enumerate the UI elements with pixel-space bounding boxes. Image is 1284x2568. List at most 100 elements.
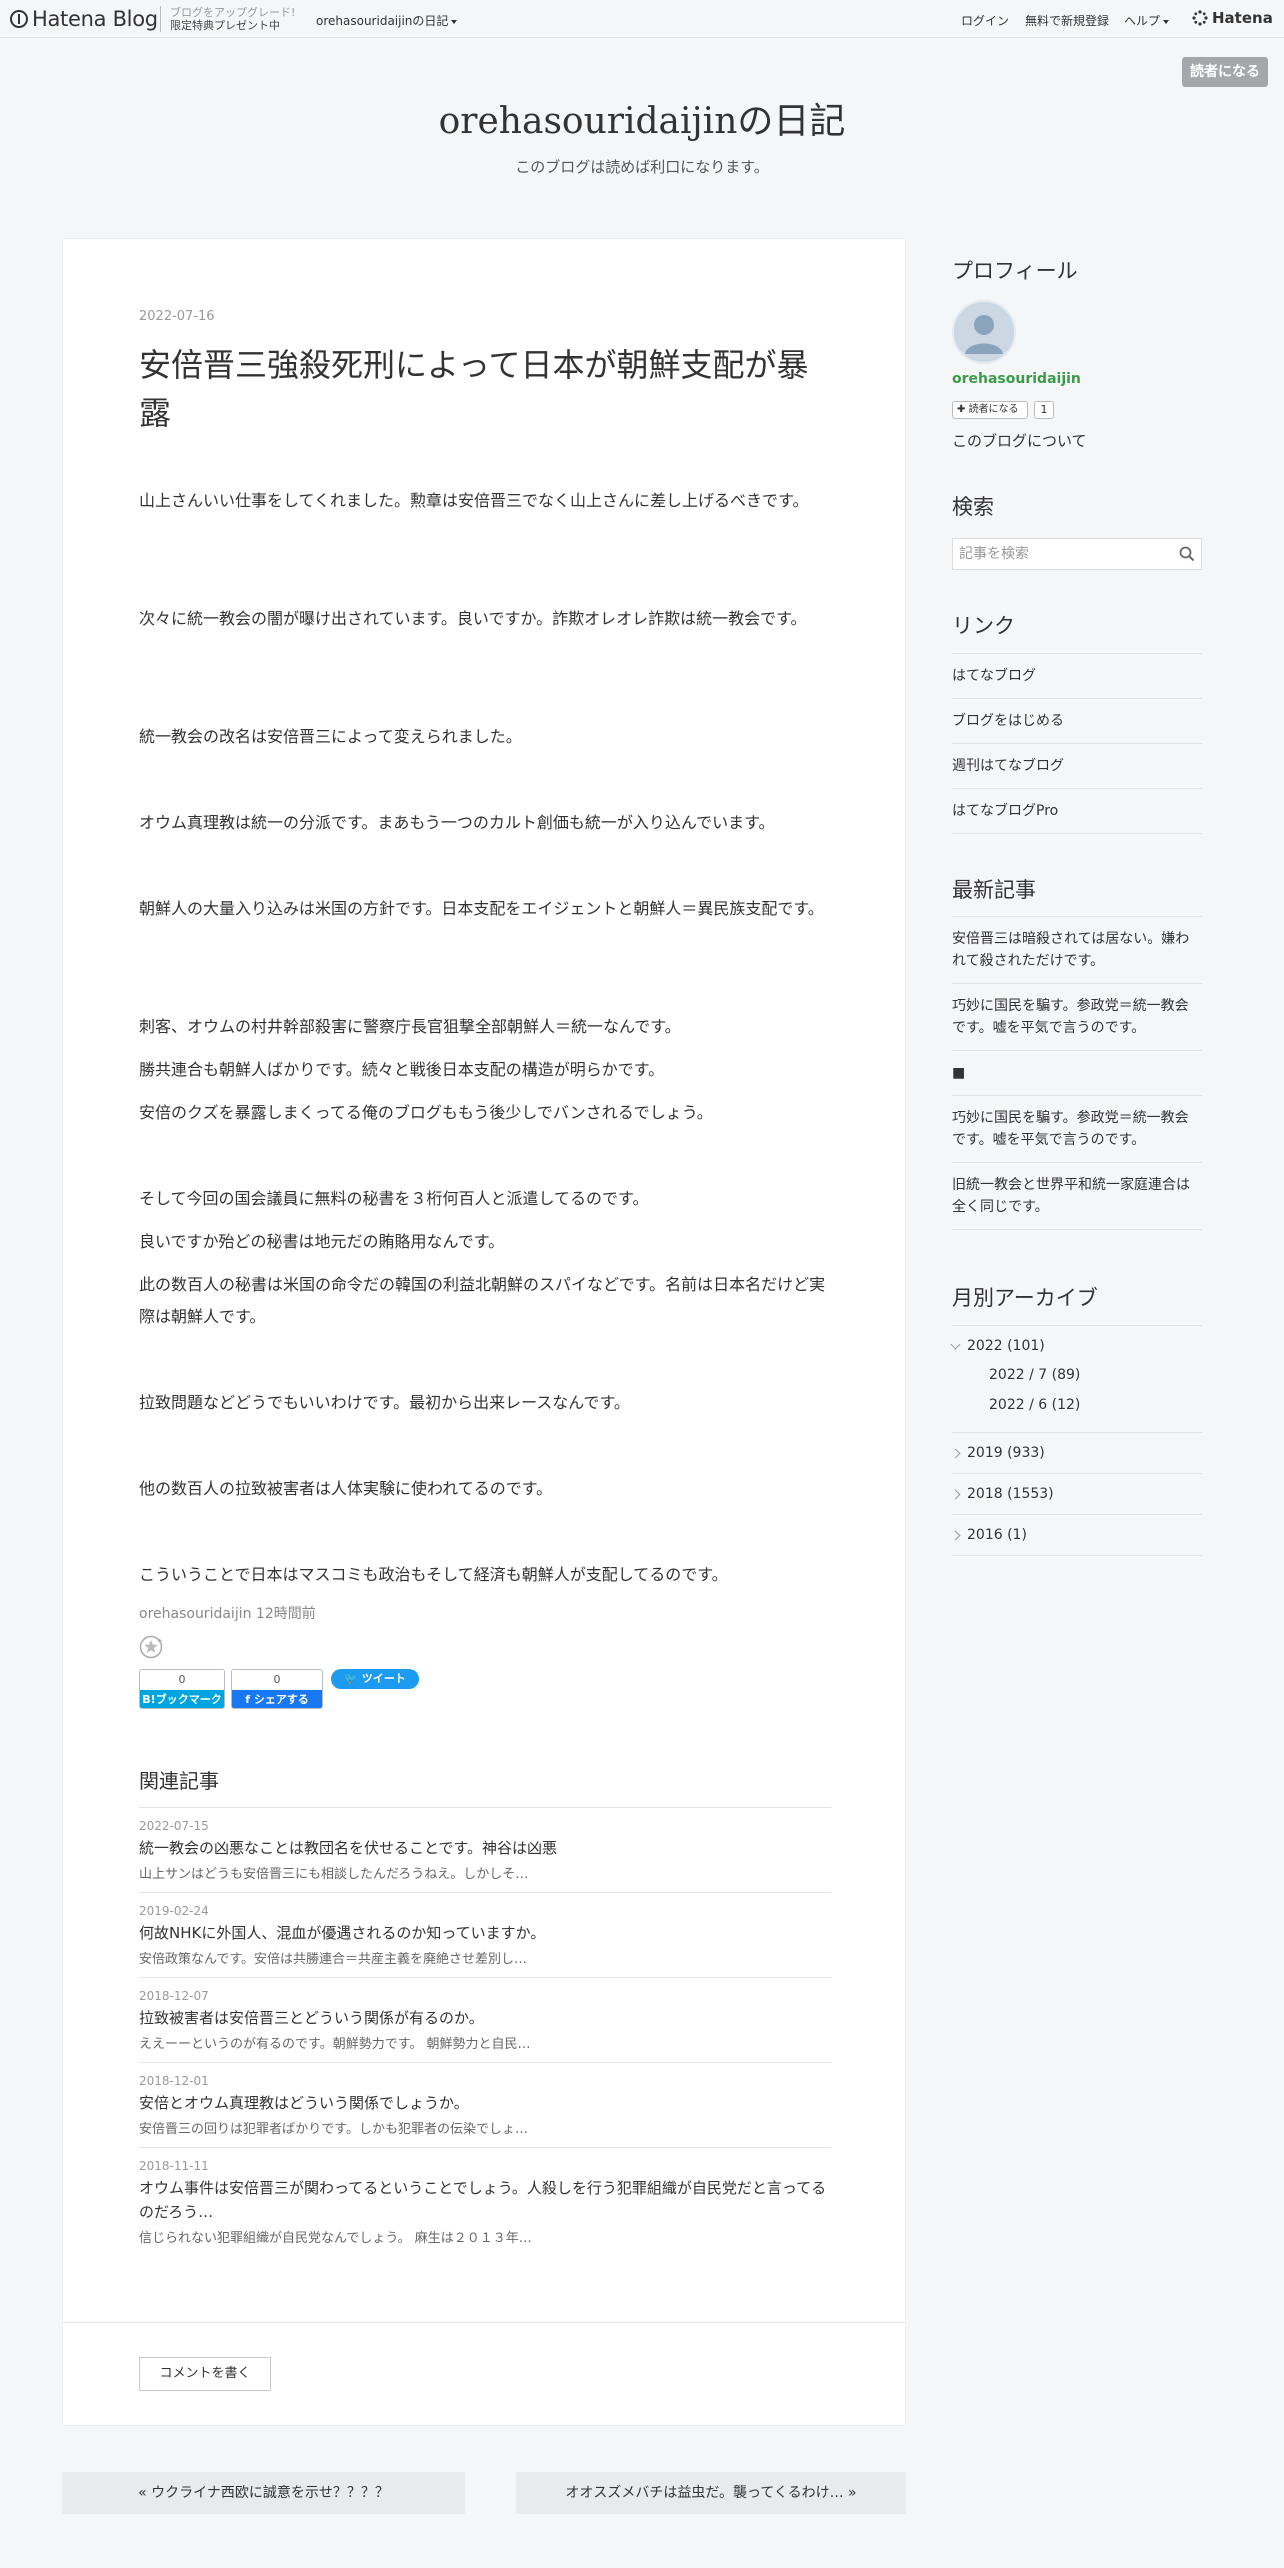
- link-item[interactable]: 週刊はてなブログ: [952, 744, 1202, 789]
- subscribe-button[interactable]: 読者になる: [1182, 57, 1268, 87]
- links-list: はてなブログ ブログをはじめる 週刊はてなブログ はてなブログPro: [952, 653, 1202, 834]
- hatena-brand[interactable]: Hatena: [1192, 9, 1273, 27]
- facebook-share-button[interactable]: 0 f シェアする: [231, 1669, 323, 1709]
- related-date: 2018-12-01: [139, 2074, 209, 2088]
- archive-month[interactable]: 2022 / 6 (12): [952, 1390, 1202, 1420]
- chevron-right-icon[interactable]: [950, 1530, 961, 1540]
- related-item[interactable]: 2018-12-01 安倍とオウム真理教はどういう関係でしょうか。 安倍晋三の回…: [139, 2063, 831, 2148]
- next-entry-link[interactable]: オオスズメバチは益虫だ。襲ってくるわけ… »: [516, 2472, 906, 2514]
- recent-entry[interactable]: ■: [952, 1051, 1202, 1096]
- plus-icon: ✚: [957, 404, 969, 415]
- link-item[interactable]: はてなブログ: [952, 654, 1202, 699]
- subscribe-small-label: 読者になる: [968, 404, 1019, 415]
- archive-list: 2022 (101) 2022 / 7 (89) 2022 / 6 (12) 2…: [950, 1325, 1202, 1556]
- related-item[interactable]: 2018-12-07 拉致被害者は安倍晋三とどういう関係が有るのか。 ええーーと…: [139, 1978, 831, 2063]
- add-star-icon[interactable]: +: [139, 1635, 163, 1659]
- search-box: [952, 538, 1202, 570]
- article-paragraph: オウム真理教は統一の分派です。まあもう一つのカルト創価も統一が入り込んでいます。: [139, 813, 775, 832]
- login-link[interactable]: ログイン: [961, 12, 1009, 29]
- related-item[interactable]: 2019-02-24 何故NHKに外国人、混血が優遇されるのか知っていますか。 …: [139, 1893, 831, 1978]
- twitter-bird-icon: 🐦: [344, 1672, 362, 1685]
- related-excerpt: 安倍政策なんです。安倍は共勝連合＝共産主義を廃絶させ差別し…: [139, 1952, 528, 1967]
- tweet-button[interactable]: 🐦 ツイート: [331, 1669, 419, 1689]
- related-title[interactable]: 統一教会の凶悪なことは教団名を伏せることです。神谷は凶悪: [139, 1836, 831, 1860]
- article-paragraph: 安倍のクズを暴露しまくってる俺のブログももう後少しでバンされるでしょう。: [139, 1103, 713, 1122]
- related-item[interactable]: 2022-07-15 統一教会の凶悪なことは教団名を伏せることです。神谷は凶悪 …: [139, 1808, 831, 1893]
- help-label: ヘルプ: [1124, 14, 1161, 28]
- blog-title[interactable]: orehasouridaijinの日記: [0, 92, 1284, 144]
- related-title[interactable]: オウム事件は安倍晋三が関わってるということでしょう。人殺しを行う犯罪組織が自民党…: [139, 2176, 831, 2224]
- chevron-right-icon[interactable]: [950, 1448, 961, 1458]
- recent-entry[interactable]: 巧妙に国民を騙す。参政党＝統一教会です。嘘を平気で言うのです。: [952, 1096, 1202, 1163]
- author-link[interactable]: orehasouridaijin: [139, 1606, 251, 1622]
- blog-menu-label: orehasouridaijinの日記: [316, 14, 449, 28]
- related-list: 2022-07-15 統一教会の凶悪なことは教団名を伏せることです。神谷は凶悪 …: [139, 1807, 831, 2256]
- recent-entry[interactable]: 巧妙に国民を騙す。参政党＝統一教会です。嘘を平気で言うのです。: [952, 984, 1202, 1051]
- bookmark-count: 0: [140, 1670, 224, 1690]
- archive-year-2022[interactable]: 2022 (101) 2022 / 7 (89) 2022 / 6 (12): [950, 1326, 1202, 1433]
- archive-year-label[interactable]: 2019 (933): [967, 1445, 1045, 1461]
- profile-username[interactable]: orehasouridaijin: [952, 371, 1081, 387]
- article-paragraph: 統一教会の改名は安倍晋三によって変えられました。: [139, 727, 522, 746]
- write-comment-button[interactable]: コメントを書く: [139, 2357, 271, 2391]
- archive-year-label[interactable]: 2022 (101): [967, 1338, 1045, 1354]
- brand-label: Hatena: [1212, 9, 1273, 27]
- blog-description: このブログは読めば利口になります。: [515, 158, 769, 176]
- search-icon[interactable]: [1179, 546, 1195, 562]
- hatena-dots-icon: [1192, 10, 1208, 26]
- subscribe-small-button[interactable]: ✚ 読者になる: [952, 401, 1028, 419]
- recent-heading: 最新記事: [952, 878, 1036, 902]
- link-item[interactable]: はてなブログPro: [952, 789, 1202, 834]
- prev-entry-link[interactable]: « ウクライナ西欧に誠意を示せ？？？？: [62, 2472, 465, 2514]
- promo-line2: 限定特典プレゼント中: [170, 19, 280, 32]
- archive-year-label[interactable]: 2016 (1): [967, 1527, 1027, 1543]
- hatena-bookmark-button[interactable]: 0 B!ブックマーク: [139, 1669, 225, 1709]
- related-date: 2022-07-15: [139, 1819, 209, 1833]
- hatena-blog-logo[interactable]: Hatena Blog: [10, 7, 158, 31]
- article-paragraph: こういうことで日本はマスコミも政治もそして経済も朝鮮人が支配してるのです。: [139, 1565, 728, 1584]
- links-heading: リンク: [952, 614, 1015, 638]
- svg-text:+: +: [157, 1637, 163, 1645]
- caret-down-icon: [1163, 19, 1170, 24]
- related-excerpt: ええーーというのが有るのです。朝鮮勢力です。 朝鮮勢力と自民…: [139, 2037, 531, 2052]
- article-title[interactable]: 安倍晋三強殺死刑によって日本が朝鮮支配が暴露: [139, 341, 839, 437]
- global-header: Hatena Blog ブログをアップグレード! 限定特典プレゼント中 oreh…: [0, 0, 1284, 38]
- upgrade-promo[interactable]: ブログをアップグレード! 限定特典プレゼント中: [170, 6, 295, 32]
- header-divider: [160, 6, 161, 32]
- article-date[interactable]: 2022-07-16: [139, 309, 215, 324]
- article-paragraph: 朝鮮人の大量入り込みは米国の方針です。日本支配をエイジェントと朝鮮人＝異民族支配…: [139, 899, 824, 918]
- recent-list: 安倍晋三は暗殺されては居ない。嫌われて殺されただけです。 巧妙に国民を騙す。参政…: [952, 916, 1202, 1230]
- archive-month[interactable]: 2022 / 7 (89): [952, 1360, 1202, 1390]
- related-title[interactable]: 何故NHKに外国人、混血が優遇されるのか知っていますか。: [139, 1921, 831, 1945]
- archive-year-2018[interactable]: 2018 (1553): [950, 1474, 1202, 1515]
- help-menu[interactable]: ヘルプ: [1124, 12, 1170, 29]
- logo-text: Hatena Blog: [32, 7, 158, 31]
- article-paragraph: 良いですか殆どの秘書は地元だの賄賂用なんです。: [139, 1232, 505, 1251]
- archive-year-2019[interactable]: 2019 (933): [950, 1433, 1202, 1474]
- time-ago[interactable]: 12時間前: [256, 1606, 316, 1622]
- avatar[interactable]: [952, 300, 1016, 364]
- about-blog-link[interactable]: このブログについて: [952, 430, 1087, 451]
- related-title[interactable]: 拉致被害者は安倍晋三とどういう関係が有るのか。: [139, 2006, 831, 2030]
- article-paragraph: そして今回の国会議員に無料の秘書を３桁何百人と派遣してるのです。: [139, 1189, 649, 1208]
- signup-link[interactable]: 無料で新規登録: [1025, 12, 1109, 29]
- related-title[interactable]: 安倍とオウム真理教はどういう関係でしょうか。: [139, 2091, 831, 2115]
- subscriber-count[interactable]: 1: [1034, 401, 1054, 419]
- chevron-down-icon[interactable]: [950, 1339, 961, 1349]
- related-date: 2018-11-11: [139, 2159, 209, 2173]
- search-input[interactable]: [953, 539, 1173, 569]
- related-date: 2018-12-07: [139, 1989, 209, 2003]
- article-footer-meta: orehasouridaijin 12時間前: [139, 1603, 316, 1623]
- related-item[interactable]: 2018-11-11 オウム事件は安倍晋三が関わってるということでしょう。人殺し…: [139, 2148, 831, 2256]
- recent-entry[interactable]: 旧統一教会と世界平和統一家庭連合は全く同じです。: [952, 1163, 1202, 1230]
- related-heading: 関連記事: [139, 1769, 219, 1793]
- chevron-right-icon[interactable]: [950, 1489, 961, 1499]
- recent-entry[interactable]: 安倍晋三は暗殺されては居ない。嫌われて殺されただけです。: [952, 917, 1202, 984]
- tweet-label: ツイート: [361, 1672, 406, 1685]
- link-item[interactable]: ブログをはじめる: [952, 699, 1202, 744]
- archive-year-2016[interactable]: 2016 (1): [950, 1515, 1202, 1556]
- blog-menu-dropdown[interactable]: orehasouridaijinの日記: [316, 12, 458, 29]
- article-paragraph: 次々に統一教会の闇が曝け出されています。良いですか。詐欺オレオレ詐欺は統一教会で…: [139, 609, 807, 628]
- archive-year-label[interactable]: 2018 (1553): [967, 1486, 1054, 1502]
- article-paragraph: 勝共連合も朝鮮人ばかりです。続々と戦後日本支配の構造が明らかです。: [139, 1060, 665, 1079]
